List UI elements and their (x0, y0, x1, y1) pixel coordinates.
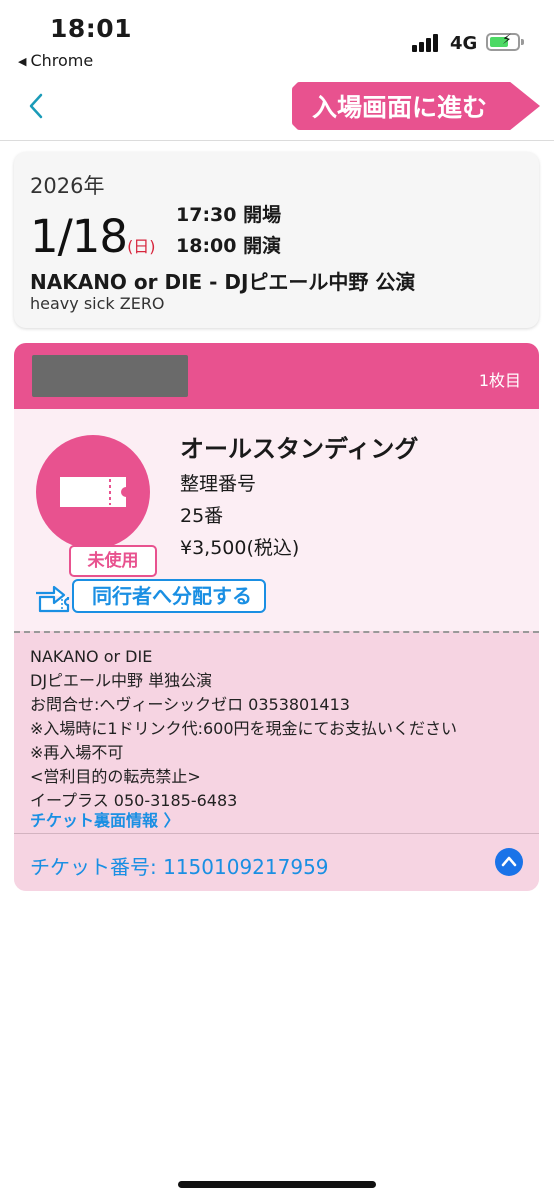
seat-number: 25番 (180, 505, 224, 527)
status-time: 18:01 (50, 14, 133, 43)
ticket-footer: チケット番号: 1150109217959 (14, 833, 539, 891)
event-times: 17:30 開場 18:00 開演 (176, 200, 281, 262)
event-organizer: heavy sick ZERO (30, 294, 165, 313)
signal-icon (412, 34, 442, 52)
seat-number-label: 整理番号 (180, 473, 257, 495)
enter-screen-button[interactable]: 入場画面に進む (292, 82, 540, 130)
ticket-main: 未使用 オールスタンディング 整理番号 25番 ¥3,500(税込) 同行者へ分… (14, 409, 539, 631)
ticket-status-circle: 未使用 (36, 435, 157, 577)
ticket-screen: 18:01 ◀ Chrome 4G ⚡ 入場画面に進む 2026年 1/18(日)… (0, 0, 554, 1200)
ticket-back-info-link[interactable]: チケット裏面情報 〉 (30, 807, 180, 831)
ticket-card: 1枚目 未使用 オールスタンディング 整理番号 25番 ¥3,500(税込) 同… (14, 343, 539, 891)
share-ticket-icon (36, 585, 70, 613)
info-line: <営利目的の転売禁止> (30, 767, 201, 786)
info-line: DJピエール中野 単独公演 (30, 671, 213, 690)
info-line: NAKANO or DIE (30, 647, 153, 666)
status-bar: 18:01 ◀ Chrome 4G ⚡ (0, 0, 554, 74)
ticket-icon (60, 477, 126, 507)
doors-time: 17:30 開場 (176, 204, 282, 226)
redacted-name (32, 355, 188, 397)
ticket-number: チケット番号: 1150109217959 (30, 855, 329, 879)
back-app-label: Chrome (30, 51, 94, 70)
home-indicator[interactable] (178, 1181, 376, 1188)
info-line: ※再入場不可 (30, 743, 124, 762)
event-year: 2026年 (30, 174, 105, 198)
info-lines: NAKANO or DIE DJピエール中野 単独公演 お問合せ:ヘヴィーシック… (30, 645, 457, 813)
ticket-info: NAKANO or DIE DJピエール中野 単独公演 お問合せ:ヘヴィーシック… (14, 631, 539, 835)
share-button-label: 同行者へ分配する (72, 579, 266, 613)
share-with-companion-button[interactable]: 同行者へ分配する (32, 577, 268, 617)
status-badge: 未使用 (69, 545, 157, 577)
info-line: ※入場時に1ドリンク代:600円を現金にてお支払いください (30, 719, 458, 738)
event-weekday: (日) (127, 237, 156, 256)
event-date-value: 1/18 (30, 210, 128, 263)
event-date: 1/18(日) (30, 210, 156, 263)
chevron-left-icon[interactable] (24, 88, 50, 124)
seat-type: オールスタンディング (180, 435, 419, 463)
charging-bolt-icon: ⚡ (502, 32, 512, 48)
nav-bar: 入場画面に進む (0, 74, 554, 141)
event-card: 2026年 1/18(日) 17:30 開場 18:00 開演 NAKANO o… (14, 152, 539, 328)
network-type: 4G (450, 33, 478, 54)
ticket-count: 1枚目 (478, 371, 521, 390)
event-title: NAKANO or DIE - DJピエール中野 公演 (30, 270, 416, 294)
battery-icon: ⚡ (486, 32, 524, 51)
start-time: 18:00 開演 (176, 235, 282, 257)
chevron-up-icon[interactable] (495, 848, 523, 876)
back-triangle-icon: ◀ (18, 55, 27, 68)
ticket-price: ¥3,500(税込) (180, 537, 300, 559)
back-to-app-link[interactable]: ◀ Chrome (18, 51, 93, 70)
info-line: お問合せ:ヘヴィーシックゼロ 0353801413 (30, 695, 350, 714)
ticket-header: 1枚目 (14, 343, 539, 409)
